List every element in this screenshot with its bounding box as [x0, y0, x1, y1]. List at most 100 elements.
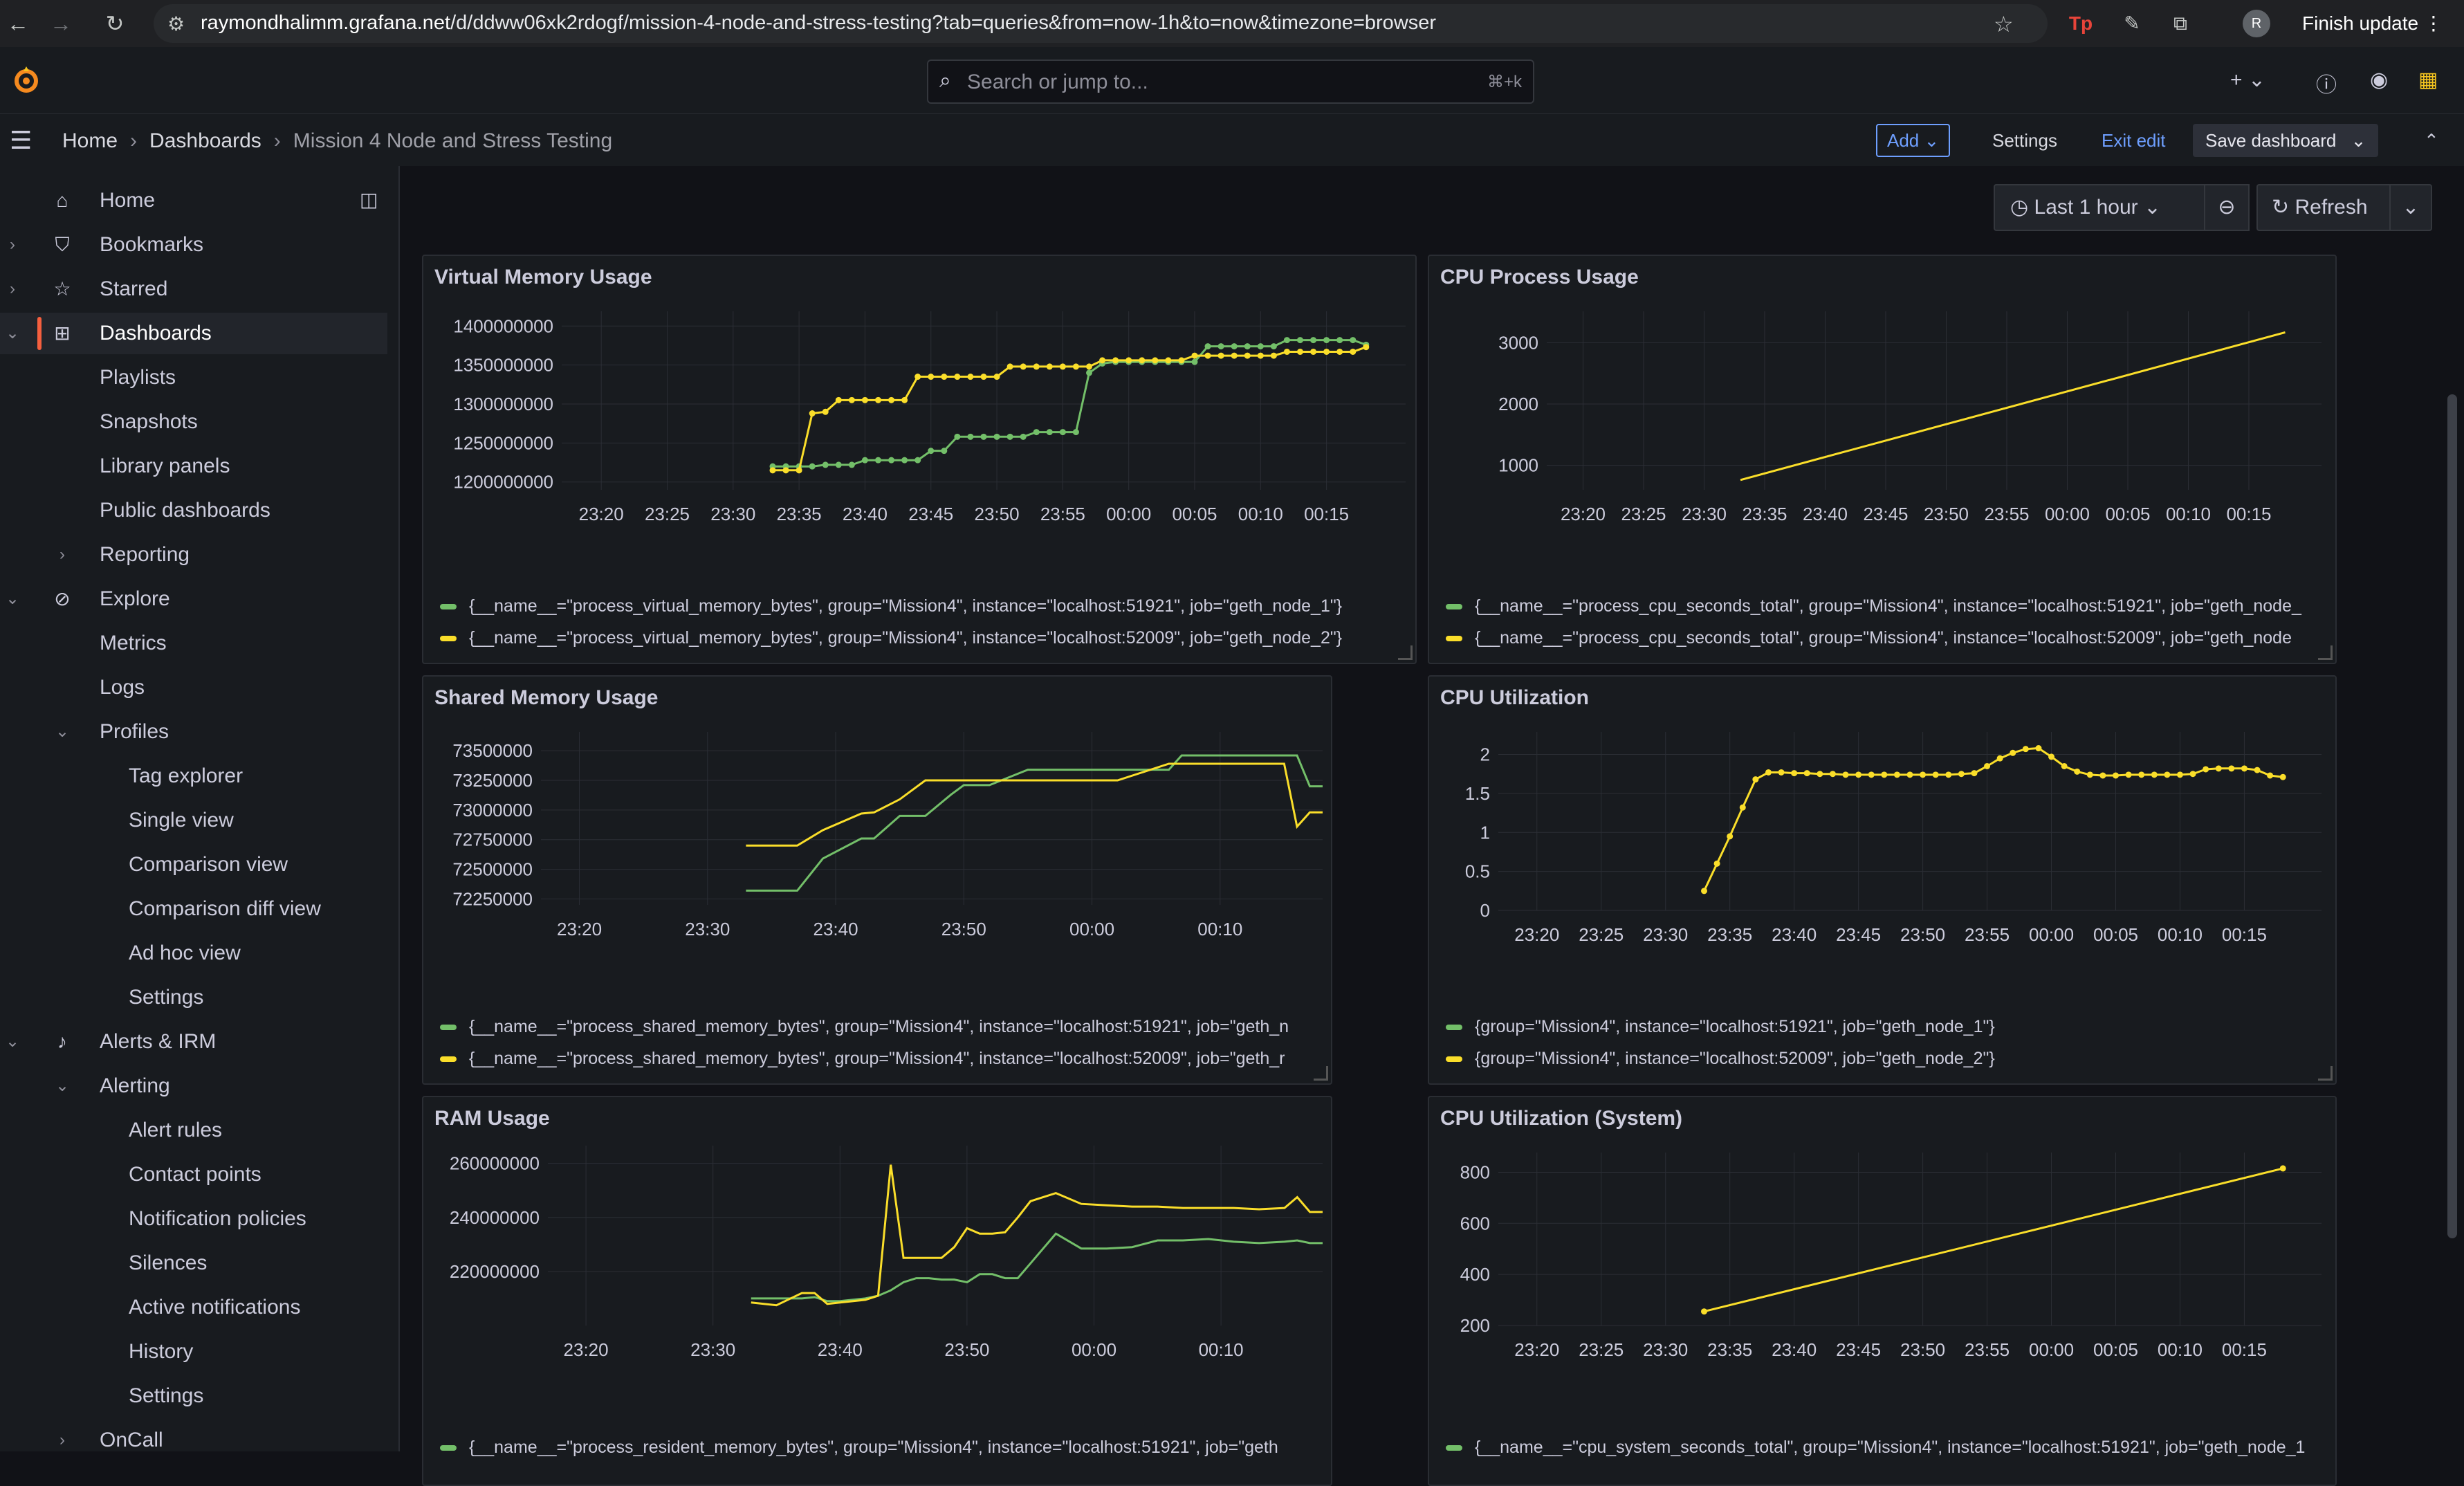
sidebar-item-snapshots[interactable]: Snapshots: [0, 401, 387, 443]
time-range-picker[interactable]: ◷ Last 1 hour ⌄: [1994, 184, 2207, 231]
sidebar-item-comparison-diff-view[interactable]: Comparison diff view: [0, 888, 387, 930]
data-point: [1363, 344, 1370, 351]
sidebar-item-reporting[interactable]: › Reporting: [0, 534, 387, 576]
legend-item[interactable]: {__name__="process_shared_memory_bytes",…: [440, 1017, 1289, 1037]
chevron-down-icon[interactable]: ⌄: [55, 1065, 69, 1107]
legend-label: {group="Mission4", instance="localhost:5…: [1475, 1049, 1995, 1068]
save-dashboard-button[interactable]: Save dashboard ⌄: [2193, 124, 2379, 157]
chevron-down-icon[interactable]: ⌄: [6, 313, 19, 354]
site-info-icon[interactable]: ⚙: [167, 12, 185, 35]
legend-item[interactable]: {__name__="process_cpu_seconds_total", g…: [1446, 628, 2292, 648]
chevron-down-icon[interactable]: ⌄: [55, 711, 69, 753]
forward-icon[interactable]: →: [47, 10, 75, 37]
chevron-up-icon[interactable]: ⌃: [2411, 124, 2452, 157]
sidebar-item-tag-explorer[interactable]: Tag explorer: [0, 755, 387, 797]
data-point: [848, 461, 855, 468]
sidebar-item-contact-points[interactable]: Contact points: [0, 1154, 387, 1195]
sidebar-item-notification-policies[interactable]: Notification policies: [0, 1198, 387, 1240]
bookmark-star-icon[interactable]: ☆: [1994, 11, 2014, 37]
sidebar-item-alert-rules[interactable]: Alert rules: [0, 1110, 387, 1151]
sidebar-item-logs[interactable]: Logs: [0, 667, 387, 708]
sidebar-item-settings[interactable]: Settings: [0, 977, 387, 1018]
chevron-down-icon[interactable]: ⌄: [6, 1021, 19, 1063]
legend-item[interactable]: {__name__="process_virtual_memory_bytes"…: [440, 596, 1342, 616]
chevron-right-icon[interactable]: ›: [55, 534, 69, 576]
chevron-right-icon[interactable]: ›: [6, 268, 19, 310]
panel-ram-usage[interactable]: RAM Usage 220000000 240000000 260000000 23:…: [422, 1096, 1332, 1486]
refresh-interval-dropdown[interactable]: ⌄: [2389, 184, 2432, 231]
y-tick-label: 2000: [1498, 394, 1538, 414]
user-avatar-icon[interactable]: ▦: [2418, 68, 2438, 92]
new-plus-icon[interactable]: + ⌄: [2230, 68, 2265, 92]
sidebar-item-silences[interactable]: Silences: [0, 1242, 387, 1284]
panel-cpu-utilization[interactable]: CPU Utilization 0 0.5 1 1.5 2 23:20 23:25 23:30…: [1428, 675, 2337, 1085]
reload-icon[interactable]: ↻: [101, 10, 129, 37]
chevron-down-icon[interactable]: ⌄: [6, 578, 19, 620]
sidebar-item-oncall[interactable]: › OnCall: [0, 1420, 387, 1451]
finish-update-button[interactable]: Finish update ⋮: [2290, 7, 2456, 40]
sidebar-item-explore[interactable]: ⌄ ⊘ Explore: [0, 578, 387, 620]
data-point: [1099, 357, 1106, 364]
sidebar-item-alerts-irm[interactable]: ⌄ ♪ Alerts & IRM: [0, 1021, 387, 1063]
resize-handle[interactable]: [2318, 645, 2333, 660]
profile-avatar[interactable]: R: [2243, 10, 2270, 37]
sidebar-item-dashboards[interactable]: ⌄ ⊞ Dashboards: [0, 313, 387, 354]
sidebar-item-label: Bookmarks: [100, 233, 204, 256]
breadcrumb: Home › Dashboards › Mission 4 Node and Stres…: [62, 129, 612, 153]
news-rss-icon[interactable]: ◉: [2370, 68, 2388, 92]
sidebar-item-public-dashboards[interactable]: Public dashboards: [0, 490, 387, 531]
sidebar-item-ad-hoc-view[interactable]: Ad hoc view: [0, 933, 387, 974]
x-tick-label: 00:15: [2222, 1339, 2267, 1360]
exit-edit-button[interactable]: Exit edit: [2089, 124, 2178, 157]
sidebar-item-single-view[interactable]: Single view: [0, 800, 387, 841]
settings-button[interactable]: Settings: [1980, 124, 2070, 157]
sidebar-item-metrics[interactable]: Metrics: [0, 623, 387, 664]
search-input[interactable]: ⌕ Search or jump to... ⌘+k: [927, 59, 1534, 104]
y-tick-label: 200: [1460, 1315, 1490, 1336]
chevron-right-icon[interactable]: ›: [6, 224, 19, 266]
sidebar-item-home[interactable]: ⌂ Home: [0, 180, 387, 221]
legend-item[interactable]: {group="Mission4", instance="localhost:5…: [1446, 1049, 1995, 1069]
sidebar-item-profiles[interactable]: ⌄ Profiles: [0, 711, 387, 753]
legend-item[interactable]: {__name__="process_shared_memory_bytes",…: [440, 1049, 1285, 1069]
series-line: [773, 339, 1367, 468]
add-button[interactable]: Add ⌄: [1876, 124, 1951, 157]
zoom-out-icon[interactable]: ⊖: [2204, 184, 2250, 231]
grafana-logo-icon[interactable]: [10, 64, 43, 97]
chevron-right-icon[interactable]: ›: [55, 1420, 69, 1451]
resize-handle[interactable]: [1398, 645, 1413, 660]
breadcrumb-dashboards[interactable]: Dashboards: [149, 129, 261, 152]
data-point: [888, 457, 895, 464]
sidebar-item-settings[interactable]: Settings: [0, 1375, 387, 1417]
panel-shared-memory[interactable]: Shared Memory Usage 72250000 72500000 7275…: [422, 675, 1332, 1085]
legend-item[interactable]: {group="Mission4", instance="localhost:5…: [1446, 1017, 1995, 1037]
sidebar-item-alerting[interactable]: ⌄ Alerting: [0, 1065, 387, 1107]
panel-cpu-utilization-system[interactable]: CPU Utilization (System) 200 400 600 800 23:…: [1428, 1096, 2337, 1486]
sidebar-item-library-panels[interactable]: Library panels: [0, 446, 387, 487]
legend-item[interactable]: {__name__="process_cpu_seconds_total", g…: [1446, 596, 2301, 616]
page-scrollbar[interactable]: [2447, 394, 2457, 1238]
extension-feather-icon[interactable]: ✎: [2120, 11, 2144, 36]
refresh-button[interactable]: ↻ Refresh: [2256, 184, 2392, 231]
legend-item[interactable]: {__name__="process_virtual_memory_bytes"…: [440, 628, 1342, 648]
data-point: [1231, 343, 1238, 350]
extensions-puzzle-icon[interactable]: ⧉: [2168, 11, 2193, 36]
panel-virtual-memory[interactable]: Virtual Memory Usage 1200000000 125000000…: [422, 255, 1417, 664]
legend-item[interactable]: {__name__="cpu_system_seconds_total", gr…: [1446, 1438, 2305, 1458]
sidebar-item-playlists[interactable]: Playlists: [0, 357, 387, 398]
cpu-utilization-system-chart: 200 400 600 800 23:20 23:25 23:30 23:35 23:40 23:…: [1460, 1153, 2322, 1360]
sidebar-item-active-notifications[interactable]: Active notifications: [0, 1287, 387, 1328]
resize-handle[interactable]: [1314, 1066, 1328, 1081]
extension-tp-icon[interactable]: Tp: [2068, 11, 2093, 36]
sidebar-item-bookmarks[interactable]: › ⛉ Bookmarks: [0, 224, 387, 266]
sidebar-item-comparison-view[interactable]: Comparison view: [0, 844, 387, 886]
sidebar-item-history[interactable]: History: [0, 1331, 387, 1373]
help-icon[interactable]: ⓘ: [2316, 68, 2337, 98]
panel-cpu-process[interactable]: CPU Process Usage 1000 2000 3000 23:20 23:25…: [1428, 255, 2337, 664]
sidebar-item-starred[interactable]: › ☆ Starred: [0, 268, 387, 310]
breadcrumb-home[interactable]: Home: [62, 129, 118, 152]
resize-handle[interactable]: [2318, 1066, 2333, 1081]
menu-hamburger-icon[interactable]: ☰: [10, 128, 32, 153]
legend-item[interactable]: {__name__="process_resident_memory_bytes…: [440, 1438, 1278, 1458]
back-icon[interactable]: ←: [4, 10, 32, 37]
